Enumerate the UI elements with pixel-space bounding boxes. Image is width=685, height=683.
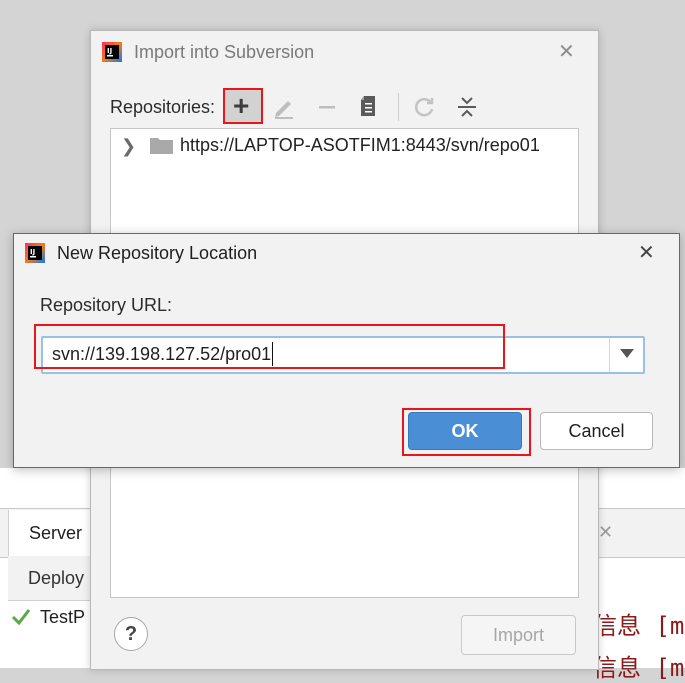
chevron-right-icon[interactable]: ❯ bbox=[121, 136, 136, 157]
dialog-title: New Repository Location bbox=[57, 243, 258, 263]
intellij-logo-icon: IJ bbox=[25, 243, 45, 263]
chevron-down-icon[interactable] bbox=[620, 349, 634, 358]
intellij-logo-icon: IJ bbox=[102, 42, 122, 62]
dropdown-separator bbox=[609, 338, 610, 372]
import-button[interactable]: Import bbox=[461, 615, 576, 655]
close-icon[interactable]: ✕ bbox=[638, 240, 655, 265]
document-icon[interactable] bbox=[356, 93, 382, 119]
list-item-test[interactable]: TestP bbox=[40, 607, 85, 628]
add-repository-button[interactable]: + bbox=[223, 88, 263, 124]
checkmark-icon bbox=[11, 609, 31, 626]
folder-icon bbox=[150, 138, 173, 154]
annotation-highlight-box bbox=[34, 324, 505, 369]
tab-server[interactable]: Server bbox=[8, 510, 93, 556]
help-button[interactable]: ? bbox=[114, 617, 148, 651]
repository-url-label: Repository URL: bbox=[40, 295, 173, 315]
collapse-icon[interactable] bbox=[454, 94, 480, 120]
svg-text:IJ: IJ bbox=[30, 248, 35, 256]
repositories-label: Repositories: bbox=[110, 97, 216, 117]
log-line: 信息 [ma bbox=[593, 654, 685, 682]
cancel-button[interactable]: Cancel bbox=[540, 412, 653, 450]
list-item-deploy[interactable]: Deploy bbox=[8, 556, 92, 601]
tab-server-label: Server bbox=[29, 523, 83, 543]
log-line: 信息 [ma bbox=[593, 612, 685, 640]
svg-text:IJ: IJ bbox=[107, 47, 112, 55]
dialog-title: Import into Subversion bbox=[134, 42, 315, 62]
close-icon[interactable]: ✕ bbox=[558, 39, 575, 64]
repository-url-item[interactable]: https://LAPTOP-ASOTFIM1:8443/svn/repo01 bbox=[180, 135, 540, 156]
minus-icon[interactable] bbox=[314, 94, 340, 120]
toolbar-separator bbox=[398, 93, 399, 121]
plus-icon: + bbox=[233, 90, 250, 121]
annotation-highlight-box bbox=[402, 408, 531, 456]
refresh-icon[interactable] bbox=[411, 94, 437, 120]
close-icon[interactable]: ✕ bbox=[598, 522, 613, 543]
deploy-label: Deploy bbox=[28, 568, 85, 588]
edit-pencil-icon[interactable] bbox=[271, 94, 297, 120]
